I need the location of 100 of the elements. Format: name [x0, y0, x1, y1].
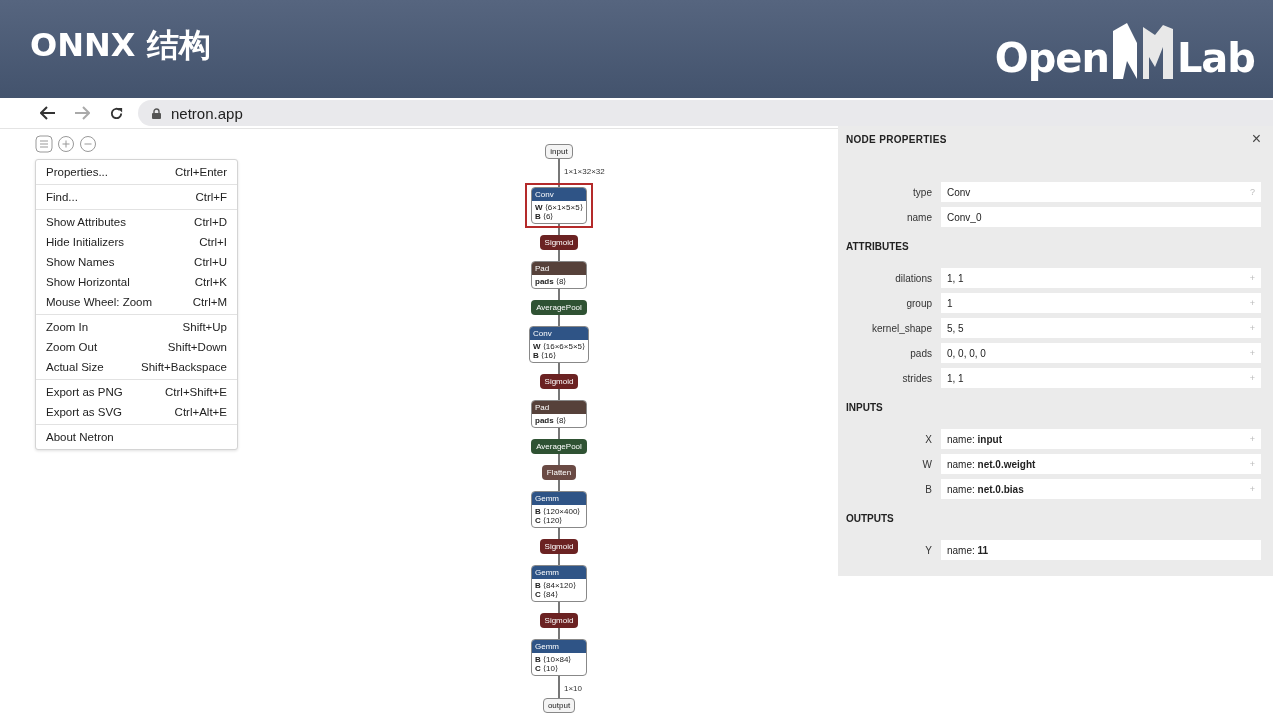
zoom-in-icon [57, 135, 75, 153]
property-field[interactable]: name: net.0.bias + [941, 479, 1261, 499]
property-label: name [906, 211, 933, 223]
graph-node[interactable]: Sigmoid [539, 235, 579, 250]
property-field[interactable]: name: 11 [941, 540, 1261, 560]
node-attribute: pads ⟨8⟩ [534, 277, 568, 286]
menu-item[interactable]: About Netron [36, 427, 237, 447]
graph-node[interactable]: Sigmoid [539, 374, 579, 389]
node-attribute: C ⟨120⟩ [534, 516, 564, 525]
menu-button[interactable] [35, 135, 53, 153]
graph-edge [558, 250, 560, 261]
node-attribute: B ⟨10×84⟩ [534, 655, 573, 664]
property-label: group [905, 297, 933, 309]
section-title: OUTPUTS [846, 513, 895, 524]
node-attribute: B ⟨16⟩ [531, 351, 557, 360]
node-attribute: C ⟨10⟩ [534, 664, 559, 673]
property-field[interactable]: name: input + [941, 429, 1261, 449]
property-label: Y [924, 544, 933, 556]
graph-edge [558, 454, 560, 465]
graph-edge [558, 224, 560, 235]
graph-node[interactable]: AveragePool [531, 439, 587, 454]
menu-item[interactable]: Find... Ctrl+F [36, 187, 237, 207]
node-header: Gemm [532, 640, 586, 653]
menu-item[interactable]: Show Names Ctrl+U [36, 252, 237, 272]
graph-node[interactable]: Conv W ⟨16×6×5×5⟩ B ⟨16⟩ [528, 326, 590, 363]
graph-node[interactable]: Gemm B ⟨10×84⟩ C ⟨10⟩ [531, 639, 587, 676]
address-bar[interactable]: netron.app [138, 100, 1273, 126]
slide-title: ONNX 结构 [30, 25, 211, 66]
node-attribute: W ⟨16×6×5×5⟩ [531, 342, 587, 351]
node-attribute: B ⟨120×400⟩ [534, 507, 582, 516]
node-header: Gemm [532, 566, 586, 579]
address-text: netron.app [171, 104, 243, 122]
menu-item[interactable]: Zoom Out Shift+Down [36, 337, 237, 357]
graph-edge [558, 528, 560, 539]
graph-edge [558, 602, 560, 613]
menu-item[interactable]: Show Attributes Ctrl+D [36, 212, 237, 232]
menu-item[interactable]: Properties... Ctrl+Enter [36, 162, 237, 182]
property-label: type [912, 186, 933, 198]
property-label: B [924, 483, 933, 495]
logo-text: Lab [1176, 35, 1255, 81]
lock-icon [152, 107, 161, 119]
graph-edge [558, 554, 560, 565]
menu-item[interactable]: Actual Size Shift+Backspace [36, 357, 237, 377]
menu-item[interactable]: Show Horizontal Ctrl+K [36, 272, 237, 292]
property-label: X [924, 433, 933, 445]
menu-item[interactable]: Mouse Wheel: Zoom Ctrl+M [36, 292, 237, 312]
property-label: strides [901, 372, 933, 384]
graph-edge [558, 363, 560, 374]
menu-item[interactable]: Export as SVG Ctrl+Alt+E [36, 402, 237, 422]
graph-edge [558, 628, 560, 639]
property-label: pads [909, 347, 933, 359]
zoom-out-icon [79, 135, 97, 153]
reload-icon [108, 105, 124, 121]
menu-item[interactable]: Hide Initializers Ctrl+I [36, 232, 237, 252]
close-button[interactable]: × [1251, 130, 1261, 148]
menu-item[interactable]: Export as PNG Ctrl+Shift+E [36, 382, 237, 402]
node-attribute: pads ⟨8⟩ [534, 416, 568, 425]
property-label: kernel_shape [870, 322, 933, 334]
graph-node[interactable]: Conv W ⟨6×1×5×5⟩ B ⟨6⟩ [531, 187, 587, 224]
graph-edge [558, 315, 560, 326]
graph-node[interactable]: output [542, 698, 576, 713]
graph-node[interactable]: Gemm B ⟨120×400⟩ C ⟨120⟩ [531, 491, 587, 528]
node-header: Conv [529, 327, 589, 340]
edge-label: 1×1×32×32 [564, 167, 605, 176]
graph-node[interactable]: Flatten [541, 465, 577, 480]
graph-edge [558, 289, 560, 300]
property-label: dilations [894, 272, 933, 284]
graph-node[interactable]: Sigmoid [539, 613, 579, 628]
graph-edge [558, 389, 560, 400]
menu-icon [35, 135, 53, 153]
node-attribute: C ⟨84⟩ [534, 590, 559, 599]
node-header: Pad [532, 262, 586, 275]
zoom-in-button[interactable] [57, 135, 75, 153]
property-field[interactable]: Conv_0 [941, 207, 1261, 227]
section-title: INPUTS [846, 402, 884, 413]
menu-item[interactable]: Zoom In Shift+Up [36, 317, 237, 337]
panel-title: NODE PROPERTIES [846, 133, 947, 145]
graph-node[interactable]: AveragePool [531, 300, 587, 315]
forward-arrow-icon [74, 106, 90, 120]
graph-node[interactable]: input [545, 144, 573, 159]
property-field[interactable]: 0, 0, 0, 0 + [941, 343, 1261, 363]
graph-node[interactable]: Pad pads ⟨8⟩ [531, 400, 587, 428]
property-label: W [921, 458, 933, 470]
property-field[interactable]: name: net.0.weight + [941, 454, 1261, 474]
node-header: Pad [532, 401, 586, 414]
property-field[interactable]: 1 + [941, 293, 1261, 313]
graph-edge [558, 480, 560, 491]
graph-node[interactable]: Gemm B ⟨84×120⟩ C ⟨84⟩ [531, 565, 587, 602]
graph-edge [558, 428, 560, 439]
property-field[interactable]: 1, 1 + [941, 368, 1261, 388]
graph-node[interactable]: Pad pads ⟨8⟩ [531, 261, 587, 289]
zoom-out-button[interactable] [79, 135, 97, 153]
back-arrow-icon [40, 106, 56, 120]
property-field[interactable]: Conv ? [941, 182, 1261, 202]
property-field[interactable]: 1, 1 + [941, 268, 1261, 288]
property-field[interactable]: 5, 5 + [941, 318, 1261, 338]
edge-label: 1×10 [564, 684, 583, 693]
graph-node[interactable]: Sigmoid [539, 539, 579, 554]
node-attribute: W ⟨6×1×5×5⟩ [534, 203, 584, 212]
node-header: Gemm [532, 492, 586, 505]
